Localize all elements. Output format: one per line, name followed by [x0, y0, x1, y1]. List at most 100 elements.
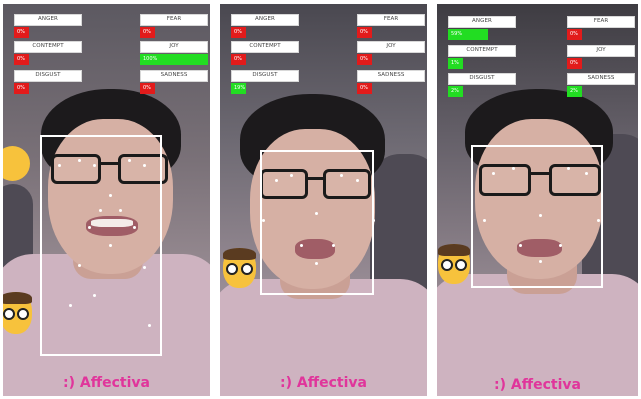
metric-sadness-label: SADNESS — [587, 75, 615, 81]
metric-sadness-bar: 0% — [140, 83, 155, 94]
metric-disgust: DISGUST — [14, 70, 82, 82]
metric-joy-label: JOY — [596, 47, 606, 53]
landmark — [567, 167, 570, 170]
metric-disgust-label: DISGUST — [35, 72, 61, 78]
metric-sadness: SADNESS — [140, 70, 208, 82]
metric-sadness-bar: 0% — [357, 83, 372, 94]
landmark — [300, 244, 303, 247]
metric-fear: FEAR — [357, 14, 425, 26]
metric-sadness-label: SADNESS — [377, 72, 405, 78]
metric-fear-label: FEAR — [593, 18, 609, 24]
landmark — [585, 172, 588, 175]
metric-fear-value: 0% — [570, 31, 578, 37]
metric-disgust: DISGUST — [231, 70, 299, 82]
metric-fear-bar: 0% — [140, 27, 155, 38]
affectiva-watermark: :) Affectiva — [494, 377, 581, 393]
metric-disgust-bar: 19% — [231, 83, 246, 94]
landmark — [58, 164, 61, 167]
metric-contempt-value: 0% — [234, 56, 242, 62]
metric-fear: FEAR — [567, 16, 635, 28]
face-bounding-box — [40, 135, 162, 356]
metric-anger-value: 0% — [17, 29, 25, 35]
metric-sadness: SADNESS — [567, 73, 635, 85]
metric-anger-label: ANGER — [38, 16, 58, 22]
landmark — [143, 266, 146, 269]
metric-joy-bar: 0% — [567, 58, 582, 69]
landmark — [119, 209, 122, 212]
metric-sadness-value: 2% — [570, 88, 578, 94]
landmark — [275, 179, 278, 182]
metric-anger-bar: 0% — [14, 27, 29, 38]
landmark — [483, 219, 486, 222]
metric-contempt: CONTEMPT — [448, 45, 516, 57]
face-bounding-box — [471, 145, 603, 288]
metric-contempt-label: CONTEMPT — [249, 43, 281, 49]
metric-fear-value: 0% — [360, 29, 368, 35]
metric-joy-bar: 0% — [357, 54, 372, 65]
metric-disgust-bar: 0% — [14, 83, 29, 94]
landmark — [340, 174, 343, 177]
metric-fear-label: FEAR — [383, 16, 399, 22]
video-frame-1: :) Affectiva ANGER 0% CONTEMPT 0% DISGUS… — [3, 4, 210, 396]
metric-disgust-value: 19% — [234, 85, 246, 91]
landmark — [78, 159, 81, 162]
landmark — [99, 209, 102, 212]
metric-sadness-value: 0% — [143, 85, 151, 91]
video-frame-3: :) Affectiva ANGER 59% CONTEMPT 1% DISGU… — [437, 4, 638, 396]
metric-anger-label: ANGER — [255, 16, 275, 22]
glasses-nerd-emoji-icon — [3, 292, 32, 334]
metric-joy: JOY — [567, 45, 635, 57]
metric-anger-value: 0% — [234, 29, 242, 35]
metric-sadness: SADNESS — [357, 70, 425, 82]
landmark — [315, 262, 318, 265]
metric-disgust-bar: 2% — [448, 86, 463, 97]
landmark — [128, 159, 131, 162]
metric-sadness-value: 0% — [360, 85, 368, 91]
metric-anger: ANGER — [231, 14, 299, 26]
metric-joy: JOY — [357, 41, 425, 53]
landmark — [133, 226, 136, 229]
metric-contempt-bar: 0% — [231, 54, 246, 65]
metric-anger-label: ANGER — [472, 18, 492, 24]
landmark — [69, 304, 72, 307]
landmark — [597, 219, 600, 222]
landmark — [356, 179, 359, 182]
metric-joy-value: 0% — [570, 60, 578, 66]
metric-joy-label: JOY — [386, 43, 396, 49]
landmark — [93, 294, 96, 297]
metric-anger: ANGER — [448, 16, 516, 28]
metric-anger-value: 59% — [451, 31, 463, 37]
metric-contempt-value: 0% — [17, 56, 25, 62]
landmark — [332, 244, 335, 247]
glasses-nerd-emoji-icon — [438, 244, 470, 284]
landmark — [492, 172, 495, 175]
landmark — [519, 244, 522, 247]
metric-contempt-bar: 0% — [14, 54, 29, 65]
metric-anger: ANGER — [14, 14, 82, 26]
metric-disgust-label: DISGUST — [252, 72, 278, 78]
landmark — [512, 167, 515, 170]
landmark — [262, 219, 265, 222]
metric-disgust-value: 0% — [17, 85, 25, 91]
metric-fear-bar: 0% — [567, 29, 582, 40]
metric-joy-label: JOY — [169, 43, 179, 49]
metric-contempt-label: CONTEMPT — [32, 43, 64, 49]
face-bounding-box — [260, 150, 374, 295]
metric-anger-bar: 59% — [448, 29, 489, 40]
affectiva-watermark: :) Affectiva — [280, 375, 367, 391]
landmark — [109, 194, 112, 197]
metric-disgust: DISGUST — [448, 73, 516, 85]
metric-joy-value: 0% — [360, 56, 368, 62]
metric-contempt-value: 1% — [451, 60, 459, 66]
landmark — [315, 212, 318, 215]
metric-disgust-label: DISGUST — [469, 75, 495, 81]
metric-anger-bar: 0% — [231, 27, 246, 38]
landmark — [559, 244, 562, 247]
landmark — [93, 164, 96, 167]
metric-contempt: CONTEMPT — [231, 41, 299, 53]
metric-joy: JOY — [140, 41, 208, 53]
landmark — [109, 244, 112, 247]
metric-fear-value: 0% — [143, 29, 151, 35]
metric-fear: FEAR — [140, 14, 208, 26]
metric-sadness-label: SADNESS — [160, 72, 188, 78]
